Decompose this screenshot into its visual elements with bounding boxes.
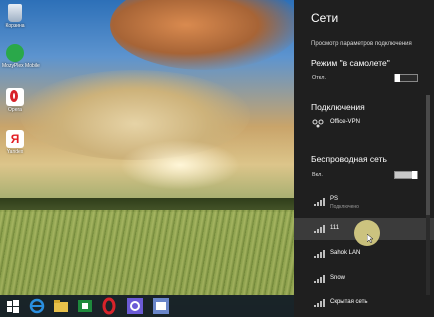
connections-title: Подключения bbox=[311, 102, 365, 112]
networks-panel: Сети Просмотр параметров подключения Реж… bbox=[294, 0, 434, 317]
desktop-icon-label: Корзина bbox=[5, 23, 25, 29]
wifi-signal-icon bbox=[314, 299, 325, 307]
wifi-network-status: Подключено bbox=[330, 204, 359, 210]
wifi-network-name: 111 bbox=[330, 225, 340, 231]
toggle-knob bbox=[412, 171, 417, 179]
vpn-connection-row[interactable]: Office-VPN bbox=[294, 114, 434, 132]
wallpaper-field bbox=[0, 210, 294, 295]
desktop-icon-label: Opera bbox=[8, 107, 22, 113]
taskbar bbox=[0, 295, 294, 317]
wifi-network-name: Скрытая сеть bbox=[330, 299, 368, 305]
airplane-mode-title: Режим "в самолете" bbox=[311, 58, 390, 68]
panel-title: Сети bbox=[311, 11, 339, 25]
view-connection-settings-link[interactable]: Просмотр параметров подключения bbox=[311, 41, 412, 47]
wireless-toggle[interactable] bbox=[394, 171, 418, 179]
desktop-icon-label: MozyPlex Mobile bbox=[2, 63, 40, 69]
scrollbar-thumb[interactable] bbox=[426, 95, 430, 215]
desktop-icon-mozyplex[interactable]: MozyPlex Mobile bbox=[2, 44, 40, 69]
wifi-network-row[interactable]: Snow bbox=[294, 268, 434, 290]
vpn-icon bbox=[312, 119, 324, 128]
wifi-network-row[interactable]: Скрытая сеть bbox=[294, 292, 434, 314]
desktop-icon-recycle-bin[interactable]: Корзина bbox=[2, 4, 28, 29]
wifi-signal-icon bbox=[314, 225, 325, 233]
explorer-icon bbox=[54, 300, 68, 312]
wifi-signal-icon bbox=[314, 275, 325, 283]
toggle-knob bbox=[395, 74, 400, 82]
wireless-state: Вкл. bbox=[312, 172, 323, 178]
start-button[interactable] bbox=[4, 297, 22, 315]
recycle-bin-icon bbox=[8, 4, 22, 22]
vpn-name: Office-VPN bbox=[330, 119, 360, 125]
taskbar-opera-button[interactable] bbox=[100, 297, 118, 315]
opera-icon bbox=[102, 297, 116, 315]
wifi-network-row[interactable]: Sahok LAN bbox=[294, 243, 434, 265]
settings-icon bbox=[127, 298, 143, 314]
wifi-network-row[interactable]: PS Подключено bbox=[294, 191, 434, 213]
airplane-mode-toggle[interactable] bbox=[394, 74, 418, 82]
wifi-network-name: Sahok LAN bbox=[330, 250, 361, 256]
store-icon bbox=[78, 300, 92, 312]
taskbar-store-button[interactable] bbox=[76, 297, 94, 315]
app-icon bbox=[6, 44, 24, 62]
airplane-mode-state: Откл. bbox=[312, 75, 327, 81]
opera-icon bbox=[6, 88, 24, 106]
wallpaper-sun bbox=[120, 140, 240, 190]
taskbar-settings-button[interactable] bbox=[126, 297, 144, 315]
taskbar-ie-button[interactable] bbox=[28, 297, 46, 315]
yandex-icon: Я bbox=[6, 130, 24, 148]
wifi-network-name: PS bbox=[330, 196, 339, 202]
wireless-title: Беспроводная сеть bbox=[311, 154, 387, 164]
taskbar-explorer-button[interactable] bbox=[52, 297, 70, 315]
media-icon bbox=[153, 298, 169, 314]
wifi-signal-icon bbox=[314, 250, 325, 258]
desktop-icon-opera[interactable]: Opera bbox=[2, 88, 28, 113]
desktop-icon-yandex[interactable]: Я Yandex bbox=[2, 130, 28, 155]
start-icon bbox=[7, 300, 19, 313]
mouse-cursor-icon bbox=[367, 234, 373, 243]
desktop-icon-label: Yandex bbox=[6, 149, 24, 155]
wifi-network-name: Snow bbox=[330, 275, 346, 281]
wallpaper-cloud bbox=[110, 0, 300, 70]
taskbar-media-button[interactable] bbox=[152, 297, 170, 315]
ie-icon bbox=[29, 298, 45, 314]
panel-scrollbar[interactable] bbox=[426, 95, 430, 295]
wifi-signal-icon bbox=[314, 198, 325, 206]
